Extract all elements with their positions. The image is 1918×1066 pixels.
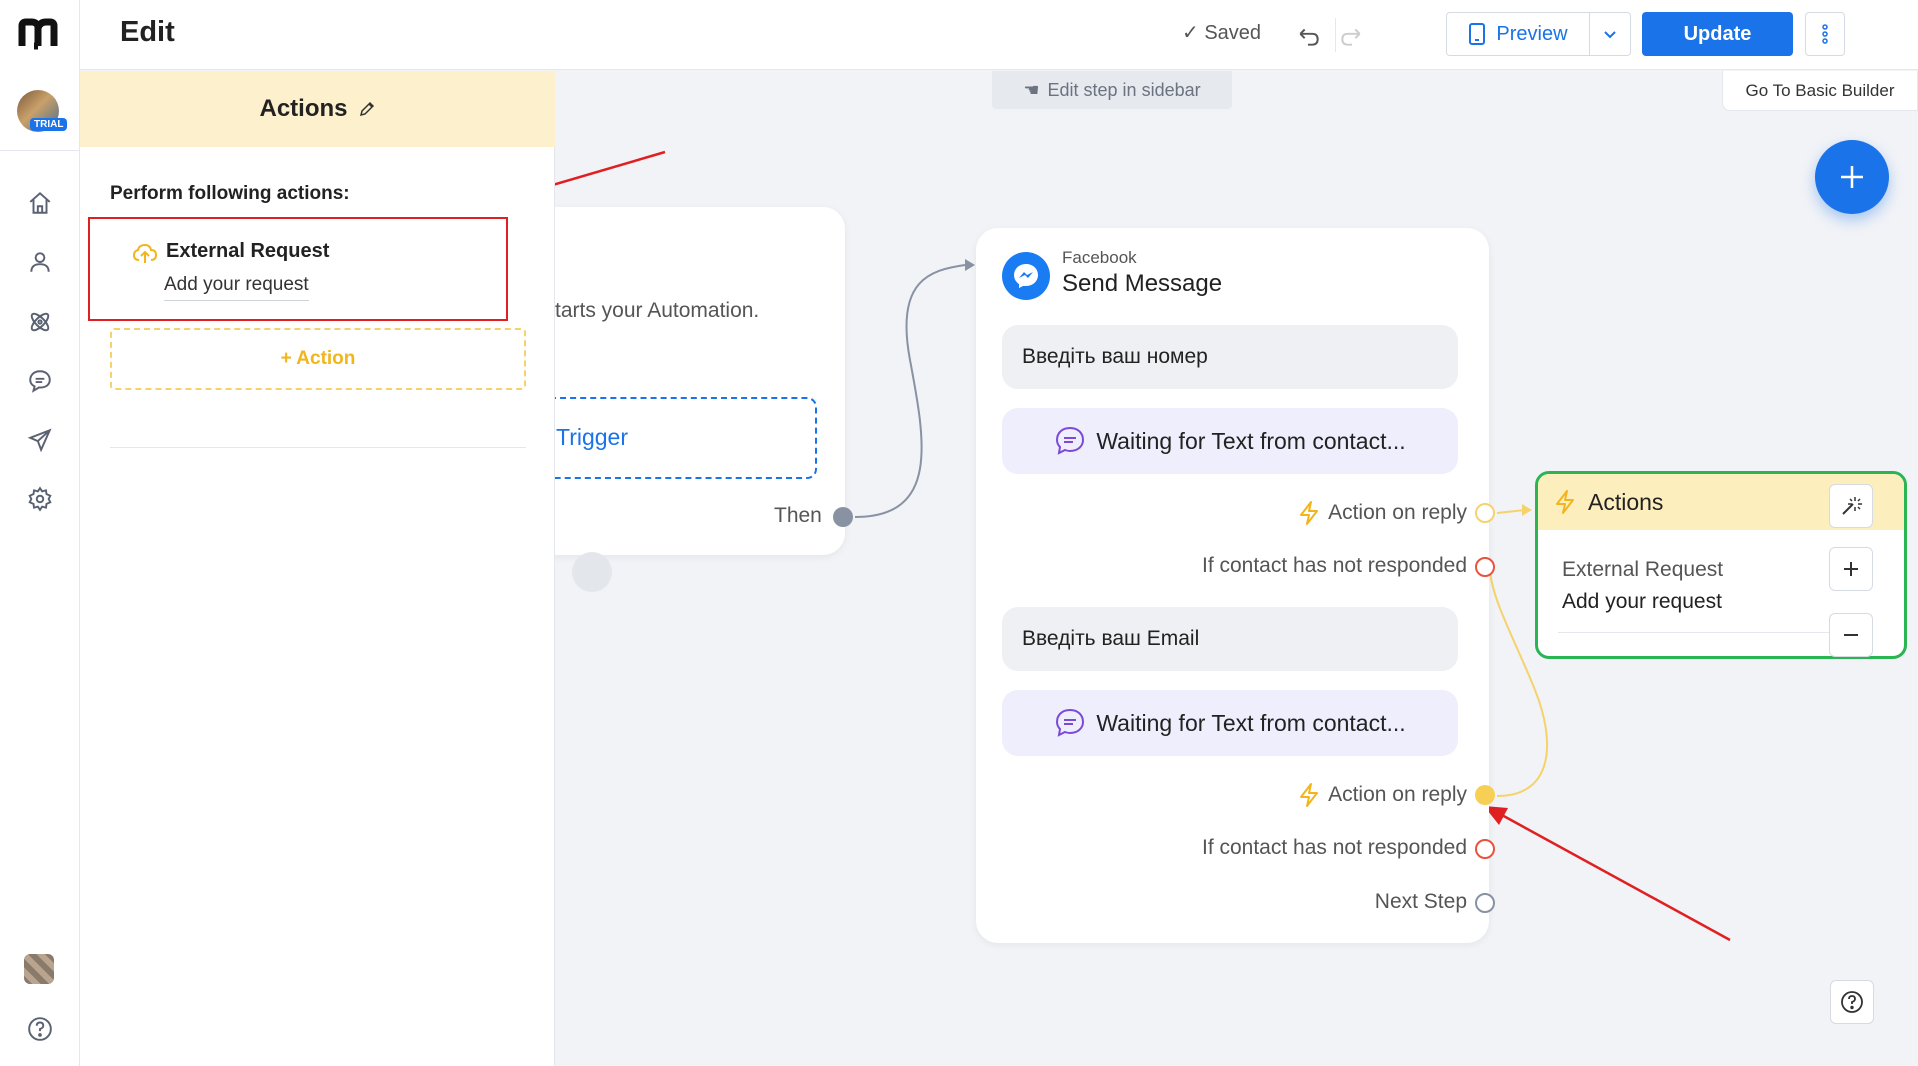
- broadcast-icon[interactable]: [24, 424, 56, 456]
- add-action-button[interactable]: + Action: [110, 328, 526, 390]
- trigger-description: tarts your Automation.: [555, 299, 760, 322]
- message-title: Send Message: [1062, 270, 1223, 297]
- node-divider: [1558, 632, 1848, 633]
- undo-icon: [1299, 28, 1319, 46]
- zoom-in-button[interactable]: [1829, 547, 1873, 591]
- plus-icon: [1841, 166, 1863, 188]
- then-label: Then: [774, 504, 822, 527]
- waiting-reply-box[interactable]: Waiting for Text from contact...: [1002, 690, 1458, 756]
- no-response-label: If contact has not responded: [1201, 836, 1467, 859]
- external-request-action-item[interactable]: [88, 217, 508, 321]
- no-response-row: If contact has not responded: [1202, 836, 1467, 860]
- redo-button[interactable]: [1335, 20, 1367, 52]
- lightning-icon: [1300, 783, 1319, 807]
- waiting-reply-box[interactable]: Waiting for Text from contact...: [1002, 408, 1458, 474]
- user-avatar[interactable]: [24, 954, 54, 984]
- chat-bubble-icon: [1056, 708, 1085, 737]
- connector-reply-1: [1496, 509, 1526, 514]
- no-response-port-2[interactable]: [1475, 839, 1495, 859]
- node-action-title: External Request: [1562, 558, 1724, 581]
- chat-bubble-icon: [1056, 426, 1085, 455]
- add-step-button[interactable]: [1815, 140, 1889, 214]
- connector-arrowhead: [1522, 504, 1532, 516]
- node-action-subtitle: Add your request: [1562, 590, 1722, 613]
- connector-arrowhead: [965, 259, 975, 271]
- action-on-reply-row: Action on reply: [1298, 500, 1467, 526]
- saved-status: ✓ Saved: [1182, 20, 1261, 45]
- messenger-icon: [1002, 252, 1050, 300]
- action-on-reply-row: Action on reply: [1298, 782, 1467, 808]
- preview-button[interactable]: Preview: [1446, 12, 1589, 56]
- minus-icon: [1844, 634, 1858, 636]
- update-button[interactable]: Update: [1642, 12, 1793, 56]
- undo-button[interactable]: [1293, 20, 1325, 52]
- toolbar-divider: [1335, 18, 1336, 52]
- reply-port-1[interactable]: [1475, 503, 1495, 523]
- plus-icon: [1844, 562, 1858, 576]
- zoom-out-button[interactable]: [1829, 613, 1873, 657]
- redo-icon: [1341, 28, 1361, 46]
- hint-label: Edit step in sidebar: [1047, 79, 1201, 100]
- actions-sidebar: Actions Perform following actions: Exter…: [80, 71, 555, 1066]
- more-vertical-icon: [1822, 24, 1828, 44]
- magic-wand-button[interactable]: [1829, 484, 1873, 528]
- next-step-label: Next Step: [1374, 890, 1467, 913]
- chat-icon[interactable]: [24, 365, 56, 397]
- more-options-button[interactable]: [1805, 12, 1845, 56]
- channel-label: Facebook: [1062, 248, 1137, 267]
- action-on-reply-label: Action on reply: [1328, 501, 1467, 524]
- connector-then: [854, 264, 966, 518]
- send-message-card[interactable]: Facebook Send Message Введіть ваш номер …: [976, 228, 1495, 943]
- waiting-label: Waiting for Text from contact...: [1096, 427, 1406, 454]
- pointing-hand-icon: ☚: [1023, 79, 1040, 100]
- home-icon[interactable]: [24, 187, 56, 219]
- go-to-basic-builder-button[interactable]: Go To Basic Builder: [1722, 71, 1918, 111]
- trial-badge: TRIAL: [30, 118, 68, 131]
- help-icon[interactable]: [24, 1013, 56, 1045]
- preview-label: Preview: [1496, 22, 1568, 45]
- help-button[interactable]: [1830, 980, 1874, 1024]
- edit-step-hint: ☚ Edit step in sidebar: [992, 71, 1232, 109]
- page-title: Edit: [120, 16, 175, 48]
- message-bubble[interactable]: Введіть ваш Email: [1002, 607, 1458, 671]
- actions-node-title: Actions: [1588, 488, 1664, 515]
- message-bubble[interactable]: Введіть ваш номер: [1002, 325, 1458, 389]
- reply-port-2[interactable]: [1475, 785, 1495, 805]
- cloud-upload-icon: [132, 243, 158, 263]
- panel-title: Actions: [259, 95, 348, 122]
- automation-icon[interactable]: [24, 306, 56, 338]
- next-step-row: Next Step: [1375, 890, 1467, 914]
- annotation-arrow-port: [1499, 812, 1731, 942]
- settings-icon[interactable]: [24, 483, 56, 515]
- phone-icon: [1469, 23, 1486, 45]
- contacts-icon[interactable]: [24, 246, 56, 278]
- edit-pencil-icon[interactable]: [358, 100, 376, 118]
- waiting-label: Waiting for Text from contact...: [1096, 709, 1406, 736]
- perform-actions-label: Perform following actions:: [110, 183, 350, 204]
- action-item-title: External Request: [166, 240, 330, 262]
- preview-dropdown-button[interactable]: [1589, 12, 1631, 56]
- lightning-icon: [1556, 490, 1574, 514]
- then-port[interactable]: [833, 507, 853, 527]
- trigger-label[interactable]: Trigger: [556, 424, 628, 451]
- help-icon: [1841, 991, 1863, 1013]
- no-response-row: If contact has not responded: [1202, 554, 1467, 578]
- no-response-label: If contact has not responded: [1201, 554, 1467, 577]
- no-response-port-1[interactable]: [1475, 557, 1495, 577]
- panel-header: Actions: [80, 71, 555, 147]
- chevron-down-icon: [1604, 31, 1616, 39]
- magic-wand-icon: [1842, 497, 1862, 515]
- collapse-sidebar-button[interactable]: [572, 552, 612, 592]
- check-icon: ✓: [1182, 22, 1205, 44]
- action-on-reply-label: Action on reply: [1328, 783, 1467, 806]
- next-step-port[interactable]: [1475, 893, 1495, 913]
- nav-divider: [0, 150, 80, 151]
- action-item-subtitle[interactable]: Add your request: [164, 274, 309, 301]
- saved-label: Saved: [1204, 22, 1262, 44]
- left-nav: TRIAL: [0, 0, 80, 1066]
- app-logo[interactable]: [18, 18, 62, 50]
- panel-divider: [110, 447, 526, 448]
- top-bar: Edit ✓ Saved Preview Update: [80, 0, 1918, 70]
- lightning-icon: [1300, 501, 1319, 525]
